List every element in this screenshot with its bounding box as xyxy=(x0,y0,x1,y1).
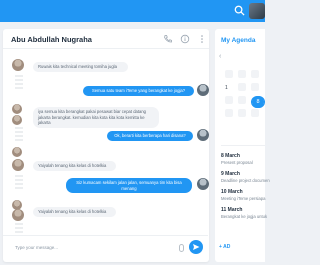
phone-icon[interactable] xyxy=(163,34,173,44)
contact-avatar xyxy=(12,159,24,171)
send-button[interactable] xyxy=(189,240,203,254)
avatar-placeholder xyxy=(15,175,23,189)
agenda-title: My Agenda xyxy=(221,37,256,44)
own-avatar xyxy=(197,84,209,96)
contact-avatar xyxy=(12,115,22,125)
attachment-icon[interactable] xyxy=(179,244,184,252)
search-icon[interactable] xyxy=(234,5,245,16)
calendar-grid xyxy=(225,70,259,117)
message-list: Ruwais kita technical meeting tomiha jug… xyxy=(3,51,209,261)
info-icon[interactable] xyxy=(180,34,190,44)
message-outgoing: Siz kumacam sekilam jalan jalan, semuany… xyxy=(66,178,192,194)
contact-avatar xyxy=(12,59,24,71)
message-composer: Type your message... xyxy=(3,235,208,259)
message-outgoing: Ok, berarti kita berberapa hari disana? xyxy=(107,131,193,141)
own-avatar xyxy=(197,178,209,190)
avatar-placeholder xyxy=(15,127,23,141)
message-incoming: Ruwais kita technical meeting tomiha jug… xyxy=(33,62,128,72)
calendar-prev-icon[interactable]: ‹ xyxy=(219,53,221,60)
contact-name: Abu Abdullah Nugraha xyxy=(11,35,92,44)
agenda-panel: My Agenda ‹ 1 xyxy=(215,29,265,262)
message-incoming: iya semua kita berangkat pakai pesawat b… xyxy=(33,107,159,128)
message-incoming: Yaiyalah tenang kita kelas di hotelkia xyxy=(33,207,116,217)
message-outgoing: Semua satu team iTeme yang berangkat ke … xyxy=(83,86,194,96)
contact-avatar xyxy=(12,147,22,157)
own-avatar xyxy=(197,129,209,141)
avatar-placeholder xyxy=(15,75,23,89)
chat-header: Abu Abdullah Nugraha xyxy=(3,29,209,49)
chat-panel: Abu Abdullah Nugraha Ruwais kita technic… xyxy=(3,29,209,262)
send-icon xyxy=(193,244,200,250)
contact-avatar xyxy=(12,209,24,221)
contact-avatar xyxy=(12,104,22,114)
message-incoming: Yaiyalah tenang kita kelas di hotelkia xyxy=(33,161,116,171)
top-bar xyxy=(0,0,265,22)
user-avatar[interactable] xyxy=(249,3,265,19)
more-options-icon[interactable] xyxy=(197,34,207,44)
message-input[interactable]: Type your message... xyxy=(15,245,58,250)
